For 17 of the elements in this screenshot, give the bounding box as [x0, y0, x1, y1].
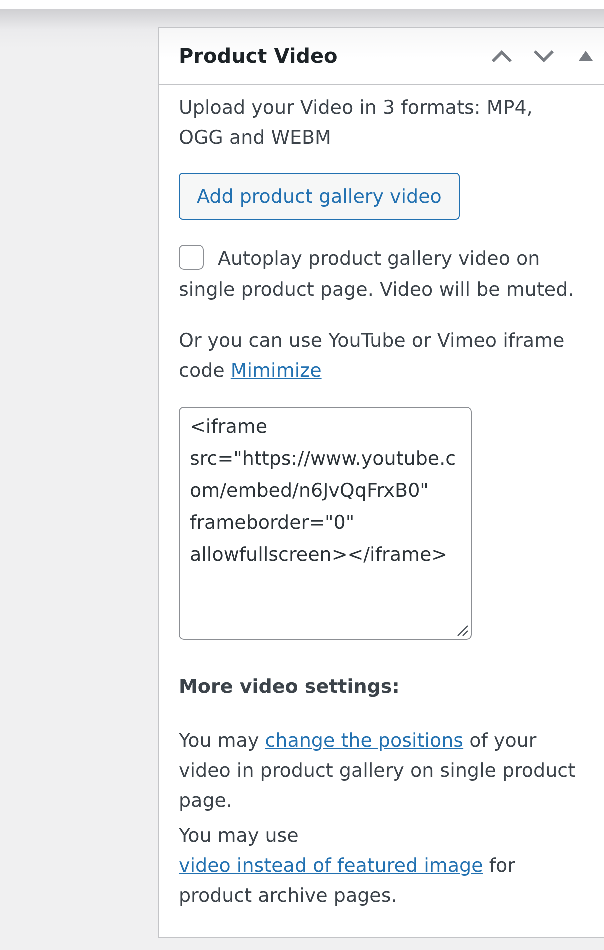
iframe-hint-text: Or you can use YouTube or Vimeo iframe code Mimimize — [179, 329, 566, 384]
more-settings-heading: More video settings: — [179, 675, 401, 700]
add-video-button[interactable]: Add product gallery video — [179, 173, 460, 220]
triangle-up-icon[interactable] — [579, 51, 593, 61]
checkbox[interactable] — [179, 245, 204, 270]
chevron-down-icon[interactable] — [533, 50, 555, 62]
text-link[interactable]: video instead of featured image — [179, 855, 484, 877]
settings-paragraph: You may use video instead of featured image for product archive pages. — [179, 824, 516, 909]
text-link[interactable]: change the positions — [265, 730, 464, 752]
panel-title: Product Video — [179, 43, 338, 69]
autoplay-option[interactable]: Autoplay product gallery video on single product page. Video will be muted. — [179, 244, 583, 306]
resize-handle-icon[interactable] — [457, 625, 469, 637]
description-text: Upload your Video in 3 formats: MP4, OGG and WEBM — [179, 96, 534, 151]
minimize-link[interactable]: Mimimize — [230, 360, 322, 382]
embed-code-field[interactable]: <iframe src="https://www.youtube.com/embed/n6JvQqFrxB0" frameborder="0" allowfullscreen></iframe> — [179, 407, 472, 640]
chevron-up-icon[interactable] — [491, 50, 513, 62]
settings-paragraph: You may change the positions of your video in product gallery on single product page. — [179, 729, 577, 814]
